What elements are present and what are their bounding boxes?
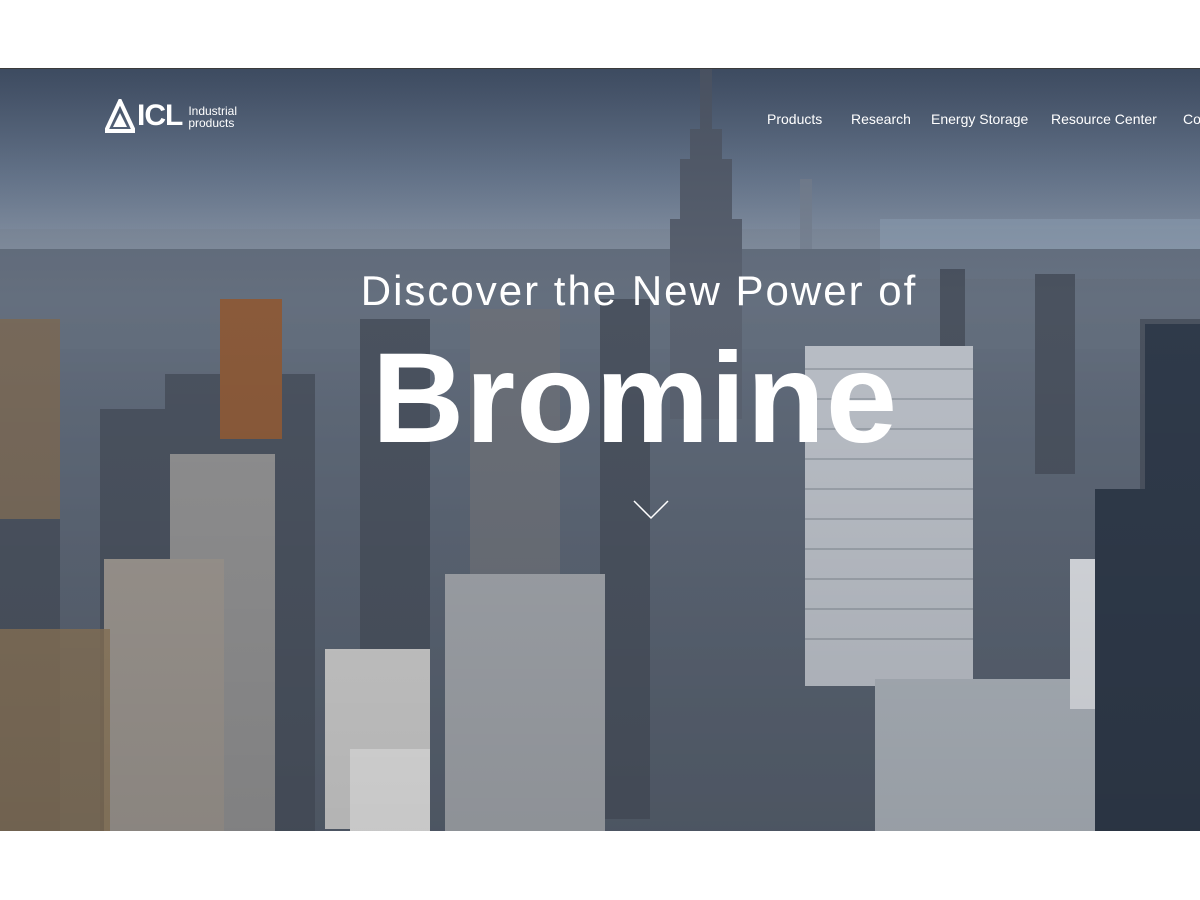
main-nav: Products Research Energy Storage Resourc… bbox=[0, 111, 1200, 131]
nav-item-resource-center[interactable]: Resource Center bbox=[1051, 111, 1157, 127]
chevron-down-icon[interactable] bbox=[632, 499, 670, 521]
nav-item-contact[interactable]: Co bbox=[1183, 111, 1200, 127]
hero-subheadline: Discover the New Power of bbox=[360, 267, 918, 314]
hero-section: ICL Industrial products Products Researc… bbox=[0, 69, 1200, 831]
nav-item-research[interactable]: Research bbox=[851, 111, 911, 127]
nav-item-products[interactable]: Products bbox=[767, 111, 822, 127]
nav-item-energy-storage[interactable]: Energy Storage bbox=[931, 111, 1028, 127]
hero-headline: Bromine bbox=[371, 327, 899, 470]
